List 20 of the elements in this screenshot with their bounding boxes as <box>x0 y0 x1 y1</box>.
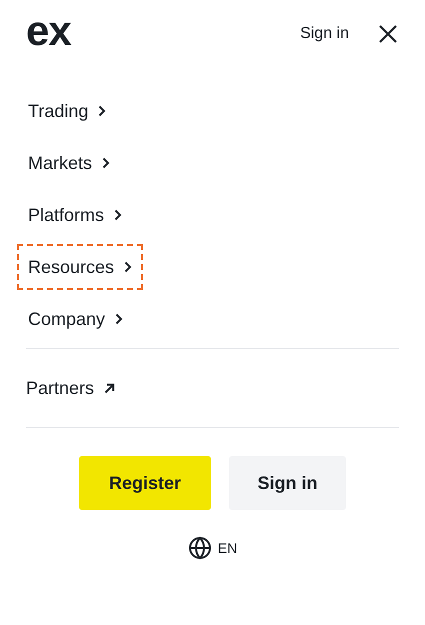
sign-in-link[interactable]: Sign in <box>300 25 349 43</box>
chevron-right-icon <box>115 313 124 325</box>
menu-item[interactable]: Company <box>17 296 134 342</box>
chevron-right-icon <box>124 261 132 273</box>
menu-item[interactable]: Trading <box>17 88 118 134</box>
menu-item[interactable]: Markets <box>17 140 122 186</box>
partners-link[interactable]: Partners <box>26 349 116 427</box>
chevron-right-icon <box>98 105 106 117</box>
register-button[interactable]: Register <box>79 456 211 510</box>
menu-item[interactable]: Resources <box>17 244 144 290</box>
chevron-right-icon <box>114 209 122 221</box>
globe-icon <box>188 536 212 560</box>
close-button[interactable] <box>377 23 399 45</box>
sign-in-button[interactable]: Sign in <box>229 456 346 510</box>
arrow-up-right-icon <box>104 382 116 394</box>
menu-item[interactable]: Platforms <box>17 192 134 238</box>
chevron-right-icon <box>102 157 110 169</box>
logo[interactable]: ex <box>26 10 71 52</box>
language-button[interactable]: EN <box>188 536 238 560</box>
close-icon <box>377 23 399 45</box>
